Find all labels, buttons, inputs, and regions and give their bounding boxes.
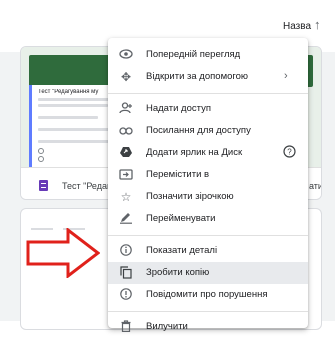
context-menu: Попередній перегляд ✥ Відкрити за допомо…: [108, 38, 308, 333]
menu-item-get-link[interactable]: Посилання для доступу: [108, 120, 308, 142]
form-preview-radio: [38, 156, 44, 162]
drive-page: Назва ↑ Тест "Редагування му Тест "Редаг…: [0, 0, 335, 333]
menu-item-share[interactable]: Надати доступ: [108, 98, 308, 120]
star-icon: ☆: [120, 190, 132, 204]
menu-item-make-copy[interactable]: Зробити копію: [108, 262, 308, 284]
eye-icon: [118, 48, 134, 62]
link-icon: [118, 124, 134, 138]
menu-item-remove[interactable]: Вилучити: [108, 316, 308, 338]
info-icon: [118, 244, 134, 258]
move-icon: ✥: [120, 70, 132, 84]
copy-icon: [118, 266, 134, 280]
file-name-tail: ати...: [309, 181, 322, 191]
person-add-icon: [118, 102, 134, 116]
form-preview-line: [38, 116, 98, 119]
menu-divider: [108, 93, 308, 94]
menu-item-open-with[interactable]: ✥ Відкрити за допомогою ›: [108, 66, 308, 88]
sort-direction-icon[interactable]: ↑: [314, 17, 321, 32]
help-icon[interactable]: ?: [283, 145, 296, 161]
sort-by-name-button[interactable]: Назва: [283, 21, 311, 32]
menu-item-report-abuse[interactable]: Повідомити про порушення: [108, 284, 308, 306]
menu-item-move-to[interactable]: Перемістити в: [108, 164, 308, 186]
menu-item-rename[interactable]: Перейменувати: [108, 208, 308, 230]
report-icon: [118, 288, 134, 302]
menu-item-add-shortcut[interactable]: Додати ярлик на Диск ?: [108, 142, 308, 164]
form-preview-radio: [38, 148, 44, 154]
menu-item-star[interactable]: ☆ Позначити зірочкою: [108, 186, 308, 208]
menu-divider: [108, 235, 308, 236]
chevron-right-icon: ›: [284, 70, 288, 82]
drive-shortcut-icon: [118, 146, 134, 160]
red-annotation-arrow-icon: [26, 228, 100, 278]
form-preview-line: [38, 128, 118, 131]
menu-item-details[interactable]: Показати деталі: [108, 240, 308, 262]
menu-item-preview[interactable]: Попередній перегляд: [108, 44, 308, 66]
google-forms-icon: [39, 180, 48, 191]
folder-move-icon: [118, 168, 134, 182]
svg-text:?: ?: [287, 148, 292, 157]
pencil-icon: [118, 212, 134, 226]
trash-icon: [118, 320, 134, 334]
form-preview-line: [38, 104, 108, 107]
menu-divider: [108, 311, 308, 312]
